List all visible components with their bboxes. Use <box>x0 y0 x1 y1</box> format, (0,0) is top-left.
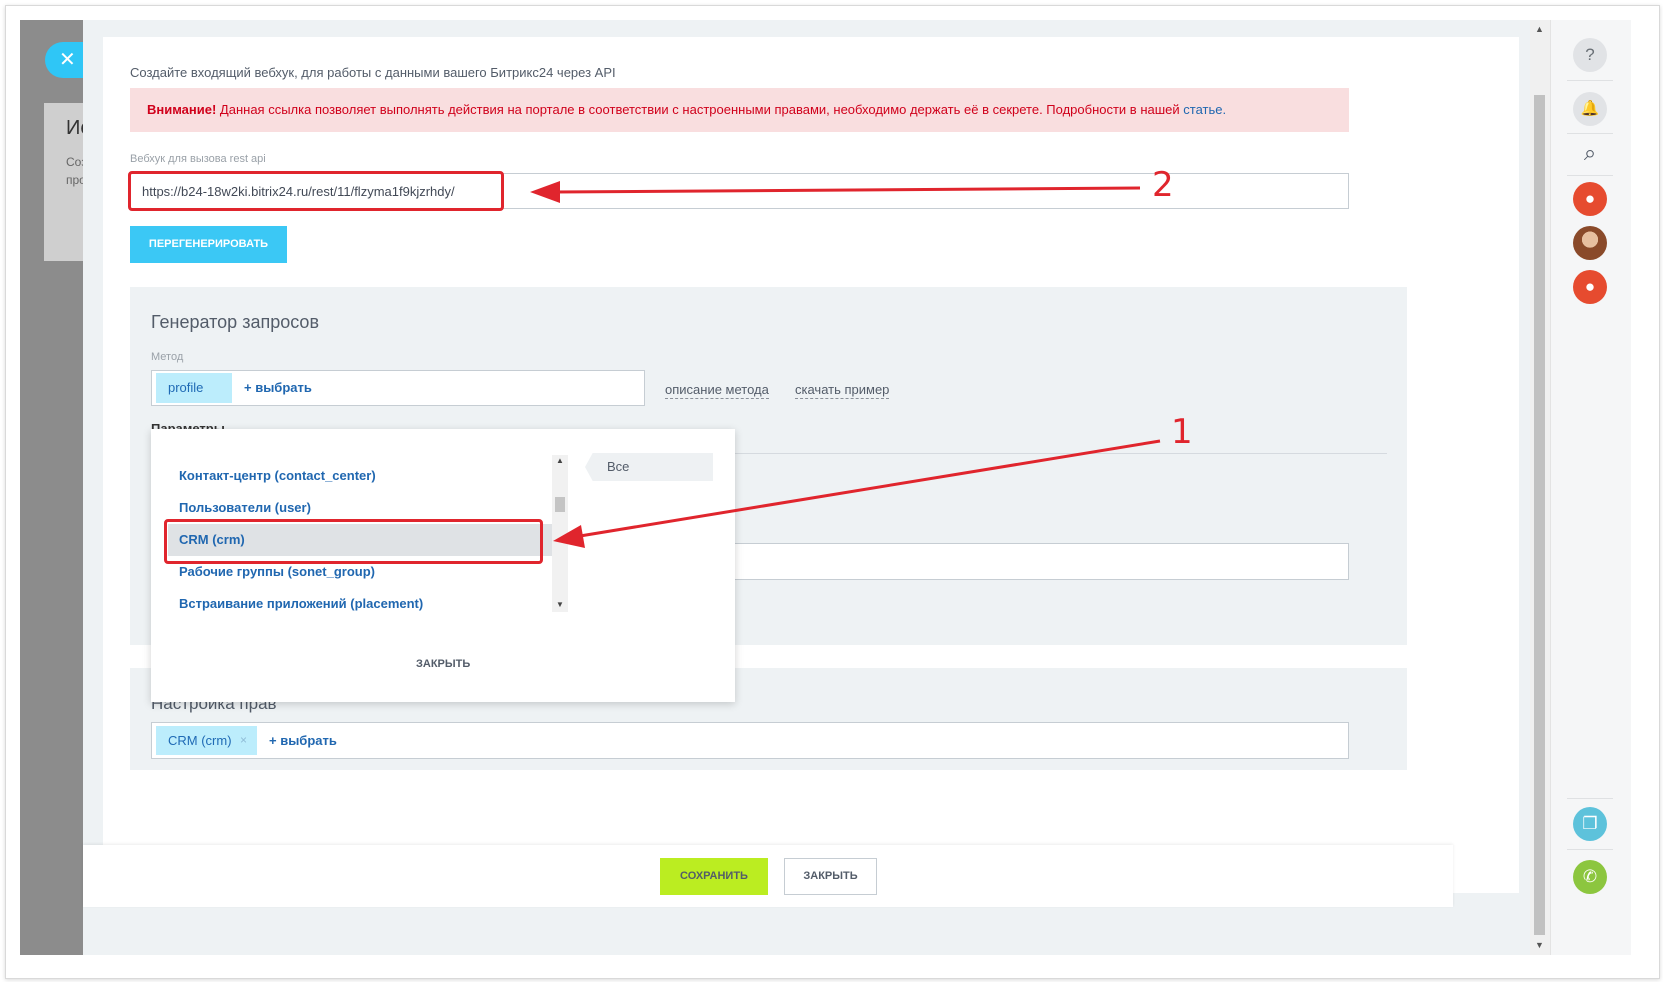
annotation-arrows <box>530 181 1161 548</box>
annotation-arrow-1 <box>579 439 1161 538</box>
arrowhead-1-icon <box>553 525 585 548</box>
annotation-arrow-2 <box>554 186 1141 194</box>
annotation-label-1: 1 <box>1171 412 1193 452</box>
annotation-label-2: 2 <box>1152 165 1174 205</box>
arrowhead-2-icon <box>530 181 560 203</box>
